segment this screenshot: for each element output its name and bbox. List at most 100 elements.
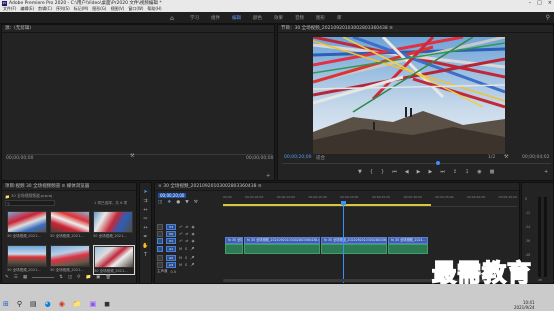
- mute-button[interactable]: M: [179, 263, 182, 267]
- task-view-icon[interactable]: ▤: [30, 300, 37, 308]
- eye-icon[interactable]: ◉: [191, 225, 194, 229]
- selection-tool-icon[interactable]: ➤: [143, 189, 147, 195]
- sync-icon[interactable]: ⇄: [186, 225, 189, 229]
- razor-tool-icon[interactable]: ✂: [143, 216, 147, 222]
- lock-icon[interactable]: ☍: [179, 232, 183, 236]
- mic-icon[interactable]: 🎤: [190, 256, 194, 260]
- wrench-icon[interactable]: ⚒: [130, 153, 134, 159]
- source-scrub-bar[interactable]: [6, 154, 272, 155]
- timeline-ruler[interactable]: 00;00 00;00;05;00 00;00;10;00 00;00;15;0…: [223, 193, 517, 207]
- add-marker-icon[interactable]: ▼: [185, 200, 188, 205]
- marker-icon[interactable]: ▼: [358, 169, 362, 175]
- work-area-bar[interactable]: [223, 204, 431, 206]
- sync-icon[interactable]: ⇄: [186, 232, 189, 236]
- app-taskbar-icon[interactable]: ◼: [104, 300, 110, 308]
- audio-clip[interactable]: [244, 244, 320, 254]
- play-icon[interactable]: ▶: [417, 169, 421, 175]
- go-to-in-icon[interactable]: ⏮: [392, 169, 397, 175]
- wrench-icon[interactable]: ⚒: [194, 200, 198, 205]
- home-icon[interactable]: ⌂: [170, 15, 174, 22]
- eye-icon[interactable]: ◉: [191, 232, 194, 236]
- nest-icon[interactable]: ◫: [158, 200, 162, 205]
- lift-icon[interactable]: ↥: [453, 169, 457, 175]
- program-quality-dropdown[interactable]: 1/2: [488, 155, 495, 160]
- track-target-toggle[interactable]: [157, 230, 163, 237]
- lock-icon[interactable]: ☍: [179, 239, 183, 243]
- video-clip[interactable]: fx 30 全场视频_2021...: [388, 237, 428, 244]
- program-scrub-bar[interactable]: [282, 163, 551, 164]
- type-tool-icon[interactable]: T: [144, 252, 147, 258]
- windows-start-icon[interactable]: ⊞: [3, 300, 9, 308]
- workspace-tab-editing[interactable]: 编辑: [232, 15, 241, 21]
- audio-clip[interactable]: [321, 244, 387, 254]
- eye-icon[interactable]: ◉: [191, 239, 194, 243]
- comparison-view-icon[interactable]: ▩: [490, 169, 495, 175]
- video-clip[interactable]: fx 30 全场视频_20210920103002803360438.mp4: [321, 237, 387, 244]
- track-target-toggle[interactable]: [157, 261, 163, 268]
- project-item[interactable]: 30 全场视频_2021...: [50, 245, 90, 273]
- timeline-timecode[interactable]: 00;00;20;00: [158, 193, 187, 198]
- export-frame-icon[interactable]: ◉: [477, 169, 481, 175]
- mute-button[interactable]: M: [179, 247, 182, 251]
- workspace-tab-graphics[interactable]: 图形: [316, 15, 325, 21]
- track-target-toggle[interactable]: [157, 237, 163, 244]
- linked-selection-icon[interactable]: ●: [176, 200, 180, 205]
- chrome-icon[interactable]: ◉: [59, 300, 65, 308]
- video-clip[interactable]: fx 30 全场视频_2021...: [225, 237, 243, 244]
- file-explorer-icon[interactable]: 📁: [73, 300, 82, 308]
- solo-button[interactable]: S: [185, 256, 187, 260]
- workspace-tab-effects[interactable]: 效果: [274, 15, 283, 21]
- program-timecode-current[interactable]: 00;00;20;00: [284, 155, 311, 160]
- list-view-icon[interactable]: ☰: [14, 275, 18, 280]
- taskbar-search-icon[interactable]: ⚲: [17, 300, 22, 308]
- mic-icon[interactable]: 🎤: [190, 263, 194, 267]
- extract-icon[interactable]: ↧: [465, 169, 469, 175]
- sync-icon[interactable]: ⇄: [186, 239, 189, 243]
- sort-icon[interactable]: ⇅: [59, 275, 63, 280]
- project-search-input[interactable]: ⚲: [5, 200, 55, 206]
- pen-tool-icon[interactable]: ✒: [143, 234, 147, 240]
- mute-button[interactable]: M: [179, 256, 182, 260]
- go-to-out-icon[interactable]: ⏭: [440, 169, 445, 175]
- hand-tool-icon[interactable]: ✋: [142, 243, 148, 249]
- new-item-icon[interactable]: ▣: [96, 275, 100, 280]
- mic-icon[interactable]: 🎤: [190, 247, 194, 251]
- add-button-icon[interactable]: +: [266, 173, 270, 179]
- snap-icon[interactable]: ❖: [167, 200, 171, 205]
- project-item[interactable]: 30 全场视频_2021...: [50, 211, 90, 239]
- project-item[interactable]: 30 全场视频_2021...: [7, 245, 47, 273]
- timeline-playhead[interactable]: [343, 203, 344, 283]
- track-target-toggle[interactable]: [157, 223, 163, 230]
- project-item-selected[interactable]: 30 全场视频_2021...: [93, 245, 135, 275]
- solo-button[interactable]: S: [185, 263, 187, 267]
- pencil-icon[interactable]: ✎: [5, 275, 9, 280]
- workspace-tab-color[interactable]: 颜色: [253, 15, 262, 21]
- step-forward-icon[interactable]: ▶: [428, 169, 432, 175]
- new-bin-icon[interactable]: 📁: [85, 275, 91, 280]
- add-button-icon[interactable]: +: [544, 169, 548, 175]
- trash-icon[interactable]: 🗑: [105, 275, 111, 280]
- project-item[interactable]: 30 全场视频_2021...: [7, 211, 47, 239]
- track-target-toggle[interactable]: [157, 246, 163, 252]
- find-icon[interactable]: ⚲: [77, 275, 80, 280]
- wrench-icon[interactable]: ⚒: [504, 154, 508, 160]
- step-back-icon[interactable]: ◀: [405, 169, 409, 175]
- slip-tool-icon[interactable]: ↔: [143, 225, 147, 231]
- taskbar-clock[interactable]: 10:41 2021/9/24: [514, 300, 535, 310]
- workspace-tab-audio[interactable]: 音频: [295, 15, 304, 21]
- search-icon[interactable]: ⚲: [546, 14, 550, 21]
- track-target-toggle[interactable]: [157, 254, 163, 261]
- mark-in-icon[interactable]: {: [370, 169, 373, 175]
- automate-icon[interactable]: ◫: [68, 275, 72, 280]
- ripple-edit-tool-icon[interactable]: ⇔: [143, 207, 147, 213]
- lock-icon[interactable]: ☍: [179, 225, 183, 229]
- program-video-frame[interactable]: [313, 37, 505, 154]
- playhead-handle[interactable]: [341, 201, 346, 205]
- master-volume[interactable]: 0.0: [171, 270, 177, 274]
- premiere-taskbar-icon[interactable]: ▣: [90, 300, 97, 308]
- program-fit-dropdown[interactable]: 适合: [316, 155, 325, 161]
- mark-out-icon[interactable]: }: [381, 169, 384, 175]
- project-item[interactable]: 30 全场视频_2021...: [93, 211, 133, 239]
- audio-clip[interactable]: [225, 244, 243, 254]
- edge-browser-icon[interactable]: ◕: [45, 300, 51, 308]
